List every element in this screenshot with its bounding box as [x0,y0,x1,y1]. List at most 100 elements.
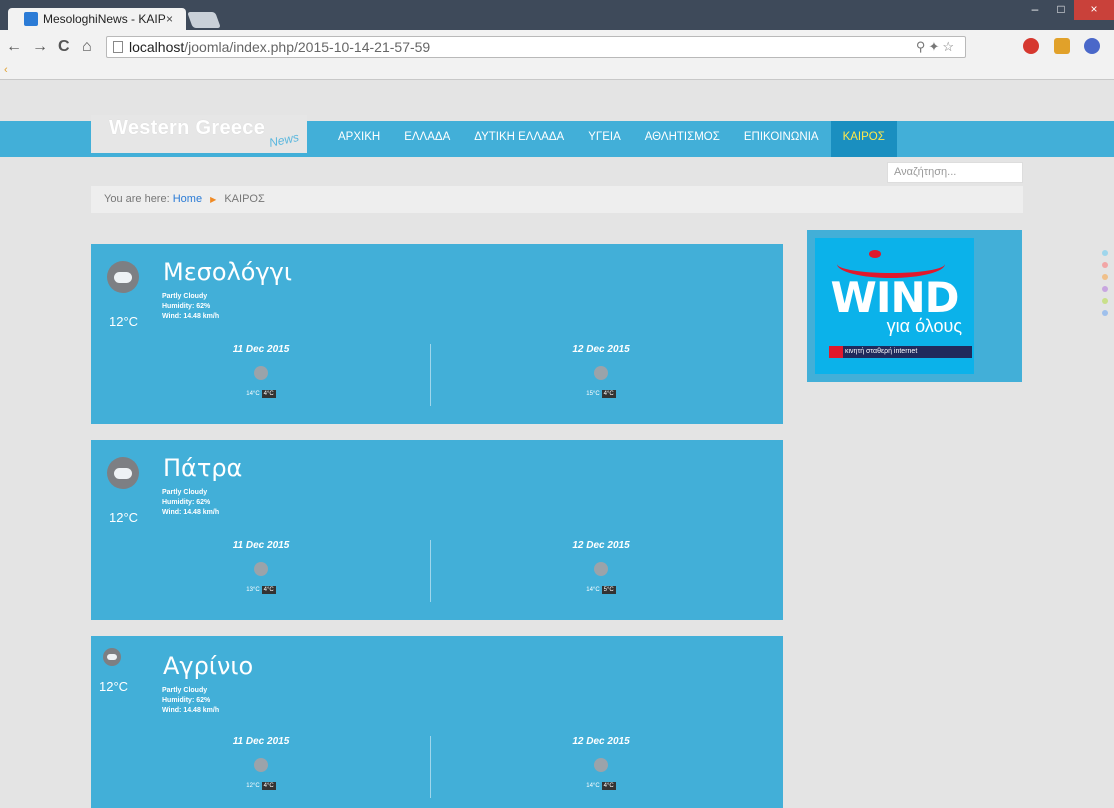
current-temperature: 12°C [99,679,129,694]
red-block-icon [829,346,843,358]
current-temperature: 12°C [109,314,139,329]
dot-icon[interactable] [1102,298,1108,304]
forecast-day: 11 Dec 2015 13°C 4°C [91,540,431,594]
weather-details: Partly Cloudy Humidity: 62% Wind: 14.48 … [162,292,219,322]
sidebar-ad-module: WIND για όλους κινητή σταθερή internet [807,230,1022,382]
weather-card-mesolonghi: Μεσολόγγι 12°C Partly Cloudy Humidity: 6… [91,244,783,424]
dot-icon[interactable] [1102,274,1108,280]
browser-tab-bar: MesologhiNews - ΚΑΙΡΟΣ × – □ × [0,0,1114,30]
forecast-high: 14°C [586,783,600,789]
breadcrumb-home-link[interactable]: Home [173,193,202,205]
forecast-date: 11 Dec 2015 [232,736,290,747]
menu-item-contact[interactable]: ΕΠΙΚΟΙΝΩΝΙΑ [732,121,831,157]
menu-item-western-greece[interactable]: ΔΥΤΙΚΗ ΕΛΛΑΔΑ [462,121,576,157]
window-close-button[interactable]: × [1074,0,1114,20]
forecast-low: 4°C [601,782,616,790]
logo-subtitle: News [267,130,301,150]
breadcrumb-current: ΚΑΙΡΟΣ [224,193,265,205]
condition-text: Partly Cloudy [162,489,208,496]
browser-toolbar: ← → C ⌂ localhost /joomla/index.php/2015… [0,30,1114,80]
forecast-date: 12 Dec 2015 [572,540,630,551]
dot-icon[interactable] [1102,250,1108,256]
forecast-low: 4°C [261,586,276,594]
forecast-weather-icon [594,366,608,380]
humidity-text: Humidity: 62% [162,697,211,704]
forecast-low: 5°C [601,586,616,594]
window-controls: – □ × [1022,0,1114,20]
forecast-high: 14°C [586,587,600,593]
forecast-high: 14°C [246,391,260,397]
minimize-button[interactable]: – [1022,0,1048,20]
wind-advertisement[interactable]: WIND για όλους κινητή σταθερή internet [815,238,974,374]
forecast-day: 12 Dec 2015 14°C 4°C [431,736,771,790]
page-icon [113,41,123,53]
dot-icon[interactable] [1102,286,1108,292]
logo-text: Western Greece [109,117,266,139]
forward-arrow-icon[interactable]: → [32,38,48,56]
forecast-date: 12 Dec 2015 [572,736,630,747]
dot-icon[interactable] [1102,262,1108,268]
forecast-low: 4°C [261,782,276,790]
ad-strip-text: κινητή σταθερή internet [845,348,918,355]
forecast-weather-icon [254,758,268,772]
side-dots-widget[interactable] [1102,250,1108,322]
wind-text: Wind: 14.48 km/h [162,509,220,516]
weather-card-agrinio: Αγρίνιο 12°C Partly Cloudy Humidity: 62%… [91,636,783,808]
forecast-weather-icon [254,562,268,576]
forecast-low: 4°C [601,390,616,398]
weather-details: Partly Cloudy Humidity: 62% Wind: 14.48 … [162,686,219,716]
breadcrumb-prefix: You are here: [104,193,170,205]
ad-strip: κινητή σταθερή internet [829,346,972,358]
city-name: Μεσολόγγι [163,258,292,286]
forecast-day: 11 Dec 2015 14°C 4°C [91,344,431,398]
back-arrow-icon[interactable]: ← [6,38,22,56]
menu-item-health[interactable]: ΥΓΕΙΑ [576,121,633,157]
url-host: localhost [129,39,185,55]
tab-close-icon[interactable]: × [166,12,180,26]
breadcrumb-arrow-icon: ▶ [210,195,217,204]
forecast-low: 4°C [261,390,276,398]
main-menu: ΑΡΧΙΚΗ ΕΛΛΑΔΑ ΔΥΤΙΚΗ ΕΛΛΑΔΑ ΥΓΕΙΑ ΑΘΛΗΤΙ… [326,121,897,157]
menu-item-greece[interactable]: ΕΛΛΑΔΑ [392,121,462,157]
tab-title: MesologhiNews - ΚΑΙΡΟΣ [43,12,166,26]
address-bar[interactable]: localhost /joomla/index.php/2015-10-14-2… [106,36,966,58]
forecast-high: 15°C [586,391,600,397]
search-input[interactable]: Αναζήτηση... [887,162,1023,183]
partly-cloudy-icon [107,457,139,489]
site-logo[interactable]: Western Greece News [91,115,307,153]
url-path: /joomla/index.php/2015-10-14-21-57-59 [184,39,431,55]
wind-text: Wind: 14.48 km/h [162,313,220,320]
weather-details: Partly Cloudy Humidity: 62% Wind: 14.48 … [162,488,219,518]
opera-extension-icon[interactable] [1023,38,1039,54]
home-icon[interactable]: ⌂ [82,38,92,56]
forecast-date: 11 Dec 2015 [232,344,290,355]
ad-slogan: για όλους [886,316,962,336]
maximize-button[interactable]: □ [1048,0,1074,20]
forecast-weather-icon [594,758,608,772]
menu-item-home[interactable]: ΑΡΧΙΚΗ [326,121,392,157]
partly-cloudy-icon [107,261,139,293]
wind-text: Wind: 14.48 km/h [162,707,220,714]
forecast-day: 11 Dec 2015 12°C 4°C [91,736,431,790]
loading-indicator-icon: ‹ [4,64,8,76]
ad-brand: WIND [830,273,960,322]
extension-icon[interactable] [1054,38,1070,54]
dot-icon[interactable] [1102,310,1108,316]
menu-item-sports[interactable]: ΑΘΛΗΤΙΣΜΟΣ [633,121,732,157]
menu-item-weather[interactable]: ΚΑΙΡΟΣ [830,121,897,157]
forecast-day: 12 Dec 2015 15°C 4°C [431,344,771,398]
yandex-extension-icon[interactable] [1084,38,1100,54]
forecast-high: 13°C [246,587,260,593]
city-name: Αγρίνιο [163,652,254,680]
browser-tab[interactable]: MesologhiNews - ΚΑΙΡΟΣ × [8,8,186,30]
forecast-high: 12°C [246,783,260,789]
forecast-weather-icon [254,366,268,380]
condition-text: Partly Cloudy [162,687,208,694]
humidity-text: Humidity: 62% [162,303,211,310]
joomla-favicon-icon [24,12,38,26]
reload-icon[interactable]: C [58,38,70,56]
partly-cloudy-icon [103,648,121,666]
new-tab-button[interactable] [187,12,221,28]
address-bar-icons[interactable]: ⚲✦☆ [916,39,957,55]
city-name: Πάτρα [163,454,243,482]
